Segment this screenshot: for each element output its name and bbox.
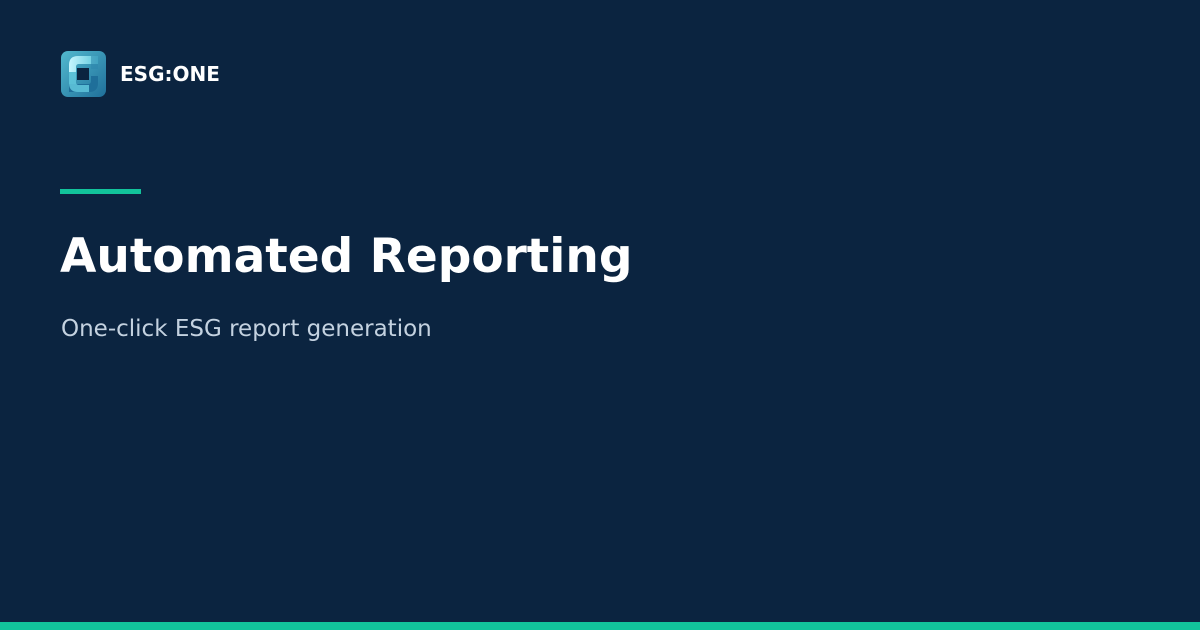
brand-lockup: ESG:ONE [61,51,220,97]
page-title: Automated Reporting [60,229,633,284]
brand-name: ESG:ONE [120,62,220,86]
social-card: ESG:ONE Automated Reporting One-click ES… [0,0,1200,630]
esg-one-logo-icon [61,51,106,97]
accent-line [60,189,141,194]
page-subtitle: One-click ESG report generation [61,316,432,342]
bottom-accent-bar [0,622,1200,630]
